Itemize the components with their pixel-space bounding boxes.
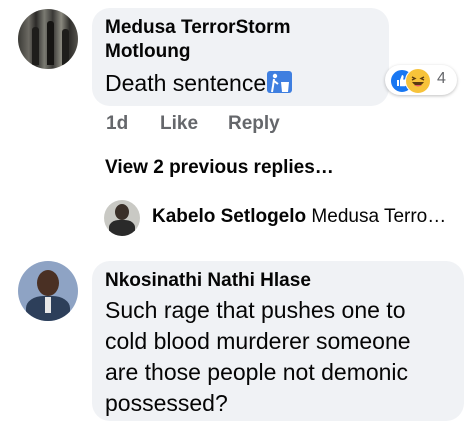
comment-time[interactable]: 1d <box>106 113 128 135</box>
reply-author[interactable]: Kabelo Setlogelo <box>152 206 306 227</box>
reaction-count: 4 <box>437 70 446 87</box>
comment-text-line: possessed? <box>105 390 228 416</box>
reply-preview-text: Medusa Terro… <box>311 206 447 227</box>
person-disposing-litter-icon <box>267 71 293 93</box>
comment-author[interactable]: Nkosinathi Nathi Hlase <box>105 269 311 293</box>
comment-text-line: are those people not demonic <box>105 359 409 385</box>
like-button[interactable]: Like <box>160 113 198 135</box>
reply-button[interactable]: Reply <box>228 113 280 135</box>
reaction-summary[interactable]: 4 <box>385 65 457 95</box>
avatar-nkosinathi[interactable] <box>18 261 78 321</box>
comment-text-line: cold blood murderer someone <box>105 328 411 354</box>
comment-author-line2[interactable]: Motloung <box>105 40 190 64</box>
avatar-medusa[interactable] <box>18 9 78 69</box>
comment-bubble: Medusa TerrorStorm Motloung Death senten… <box>92 8 389 106</box>
haha-icon <box>405 68 431 94</box>
comment-text-line: Such rage that pushes one to <box>105 297 406 323</box>
comment-text: Death sentence <box>105 68 293 99</box>
avatar-kabelo[interactable] <box>104 200 140 236</box>
comment-bubble: Nkosinathi Nathi Hlase Such rage that pu… <box>92 261 464 421</box>
avatar-collar <box>45 297 51 313</box>
view-previous-replies-link[interactable]: View 2 previous replies… <box>105 157 334 179</box>
latest-reply-preview[interactable]: Kabelo Setlogelo Medusa Terro… <box>152 206 446 228</box>
comment-text-content: Death sentence <box>105 70 267 96</box>
comment-author-line1[interactable]: Medusa TerrorStorm <box>105 16 290 40</box>
